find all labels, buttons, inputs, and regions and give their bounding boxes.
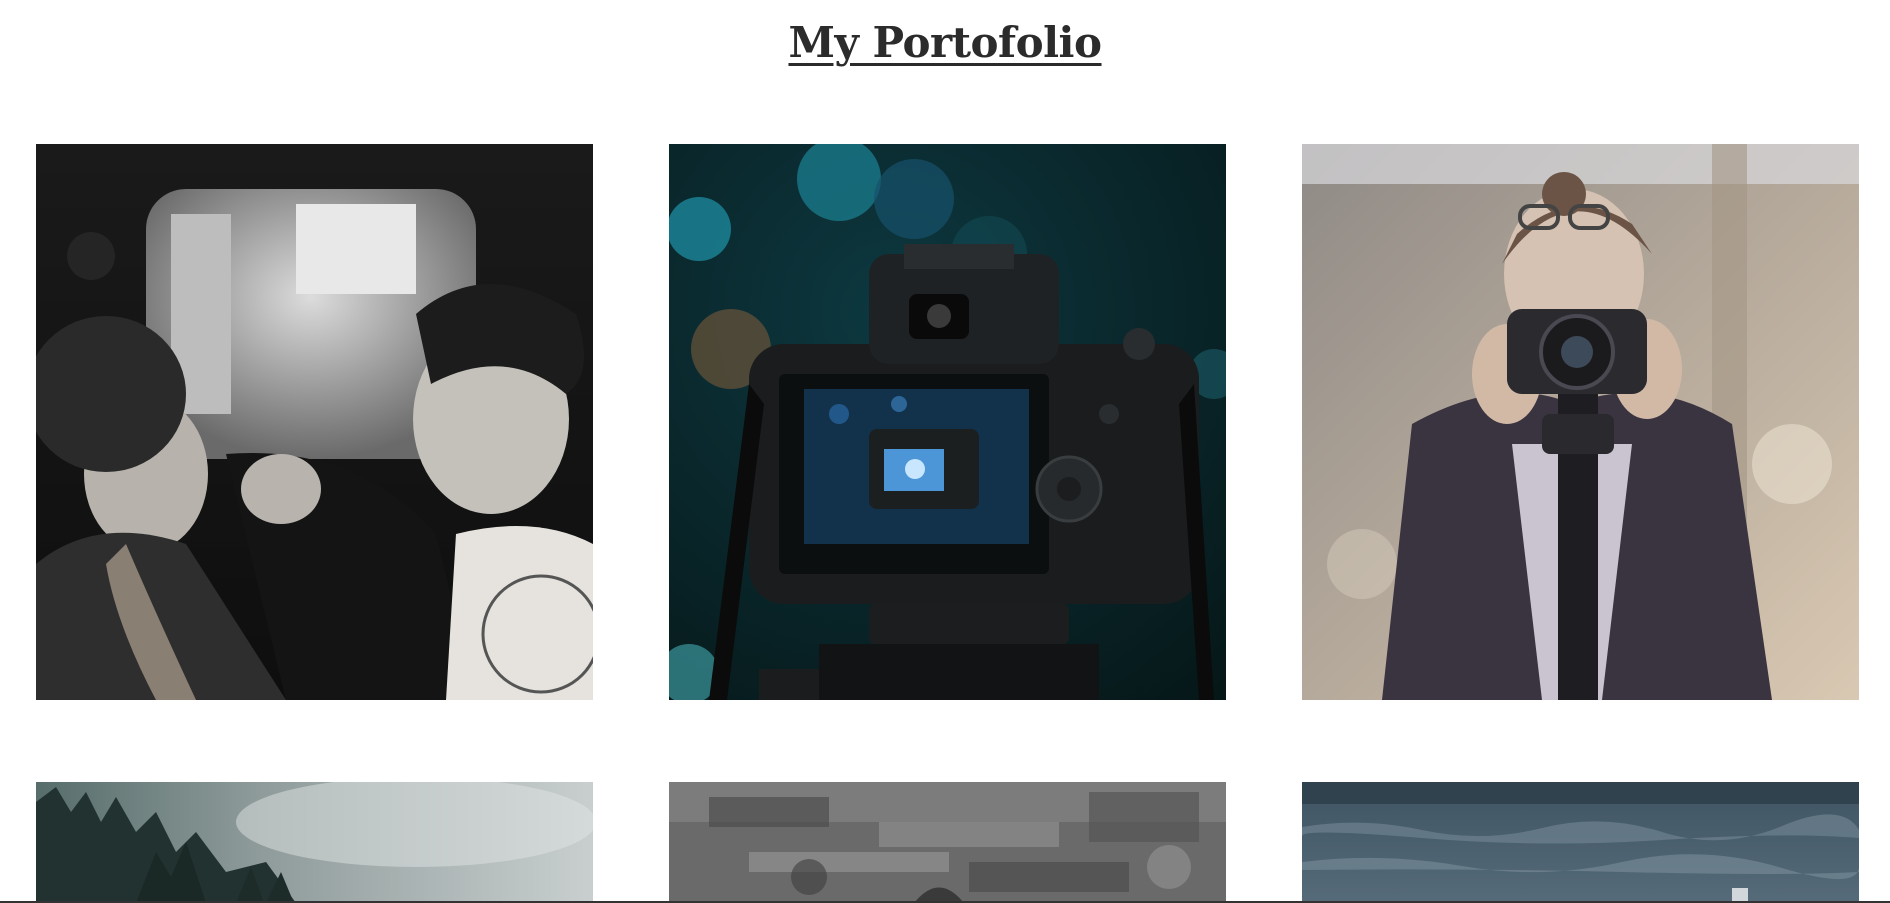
portfolio-item-3[interactable] — [1302, 144, 1859, 700]
photo-two-people — [36, 144, 593, 700]
portfolio-item-6[interactable] — [1302, 782, 1859, 903]
portfolio-item-2[interactable] — [669, 144, 1226, 700]
photo-misty-forest — [36, 782, 593, 903]
photo-grunge-texture — [669, 782, 1226, 903]
portfolio-item-5[interactable] — [669, 782, 1226, 903]
photo-camera-tripod — [669, 144, 1226, 700]
photo-ocean — [1302, 782, 1859, 903]
photo-woman-camera — [1302, 144, 1859, 700]
portfolio-item-4[interactable] — [36, 782, 593, 903]
portfolio-item-1[interactable] — [36, 144, 593, 700]
page-title: My Portofolio — [788, 18, 1102, 67]
